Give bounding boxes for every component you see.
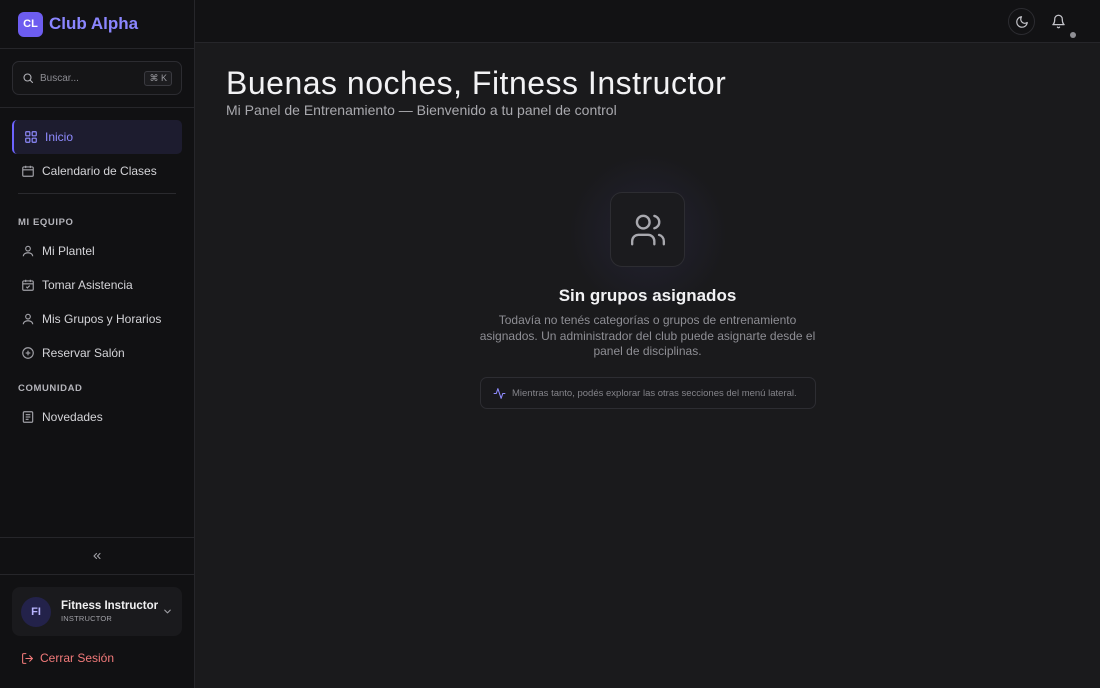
logout-button[interactable]: Cerrar Sesión: [21, 651, 114, 665]
section-title-comunidad: COMUNIDAD: [18, 383, 83, 394]
theme-toggle-button[interactable]: [1008, 8, 1035, 35]
user-icon: [21, 312, 35, 326]
page-title: Buenas noches, Fitness Instructor: [226, 65, 727, 101]
moon-icon: [1015, 15, 1029, 29]
logout-label: Cerrar Sesión: [40, 651, 115, 665]
avatar: FI: [21, 596, 51, 627]
sidebar-item-tomar-asistencia[interactable]: Tomar Asistencia: [12, 268, 182, 302]
users-icon: [629, 211, 667, 249]
search-placeholder: Buscar...: [40, 72, 79, 84]
user-icon: [21, 244, 35, 258]
empty-state-icon-box: [610, 192, 685, 267]
sidebar: CL Club Alpha Buscar... ⌘ K Inicio Calen…: [0, 0, 195, 688]
sidebar-item-label: Calendario de Clases: [42, 164, 157, 178]
chevrons-left-icon: [91, 550, 103, 562]
topbar: [195, 0, 1100, 43]
sidebar-item-label: Mis Grupos y Horarios: [42, 312, 162, 326]
sidebar-item-novedades[interactable]: Novedades: [12, 400, 182, 434]
activity-icon: [493, 387, 506, 400]
sidebar-item-mi-plantel[interactable]: Mi Plantel: [12, 234, 182, 268]
section-title-mi-equipo: MI EQUIPO: [18, 217, 74, 228]
bell-icon: [1051, 14, 1066, 29]
sidebar-item-label: Novedades: [42, 410, 103, 424]
logout-icon: [21, 652, 34, 665]
calendar-check-icon: [21, 278, 35, 292]
sidebar-item-inicio[interactable]: Inicio: [12, 120, 182, 154]
search-container: Buscar... ⌘ K: [0, 49, 194, 108]
empty-state-description: Todavía no tenés categorías o grupos de …: [479, 313, 816, 358]
notifications-button[interactable]: [1045, 8, 1072, 35]
user-role: INSTRUCTOR: [61, 614, 113, 623]
sidebar-nav: Inicio Calendario de Clases MI EQUIPO Mi…: [0, 108, 194, 434]
sidebar-divider: [18, 193, 176, 194]
chevron-down-icon: [162, 606, 173, 617]
user-meta: Fitness Instructor INSTRUCTOR: [61, 600, 162, 623]
plus-circle-icon: [21, 346, 35, 360]
sidebar-item-label: Inicio: [45, 130, 74, 144]
sidebar-item-reservar-salon[interactable]: Reservar Salón: [12, 336, 182, 370]
brand-logo: CL: [18, 11, 43, 37]
search-icon: [22, 72, 34, 84]
page-subtitle: Mi Panel de Entrenamiento — Bienvenido a…: [226, 102, 617, 118]
search-shortcut-badge: ⌘ K: [144, 70, 172, 86]
sidebar-item-mis-grupos[interactable]: Mis Grupos y Horarios: [12, 302, 182, 336]
user-menu[interactable]: FI Fitness Instructor INSTRUCTOR: [12, 587, 182, 636]
user-name: Fitness Instructor: [61, 600, 159, 612]
empty-state-title: Sin grupos asignados: [558, 286, 737, 305]
sidebar-item-label: Tomar Asistencia: [42, 278, 133, 292]
search-input[interactable]: Buscar... ⌘ K: [12, 61, 182, 95]
sidebar-item-label: Reservar Salón: [42, 346, 125, 360]
brand[interactable]: CL Club Alpha: [0, 0, 194, 49]
hint-banner: Mientras tanto, podés explorar las otras…: [480, 377, 816, 409]
calendar-icon: [21, 164, 35, 178]
collapse-sidebar-button[interactable]: [0, 537, 194, 575]
grid-icon: [24, 130, 38, 144]
brand-name: Club Alpha: [49, 14, 139, 33]
notification-dot: [1070, 32, 1076, 38]
sidebar-item-label: Mi Plantel: [42, 244, 95, 258]
main-content: Buenas noches, Fitness Instructor Mi Pan…: [195, 43, 1100, 688]
hint-text: Mientras tanto, podés explorar las otras…: [512, 387, 797, 399]
sidebar-item-calendario[interactable]: Calendario de Clases: [12, 154, 182, 188]
newspaper-icon: [21, 410, 35, 424]
